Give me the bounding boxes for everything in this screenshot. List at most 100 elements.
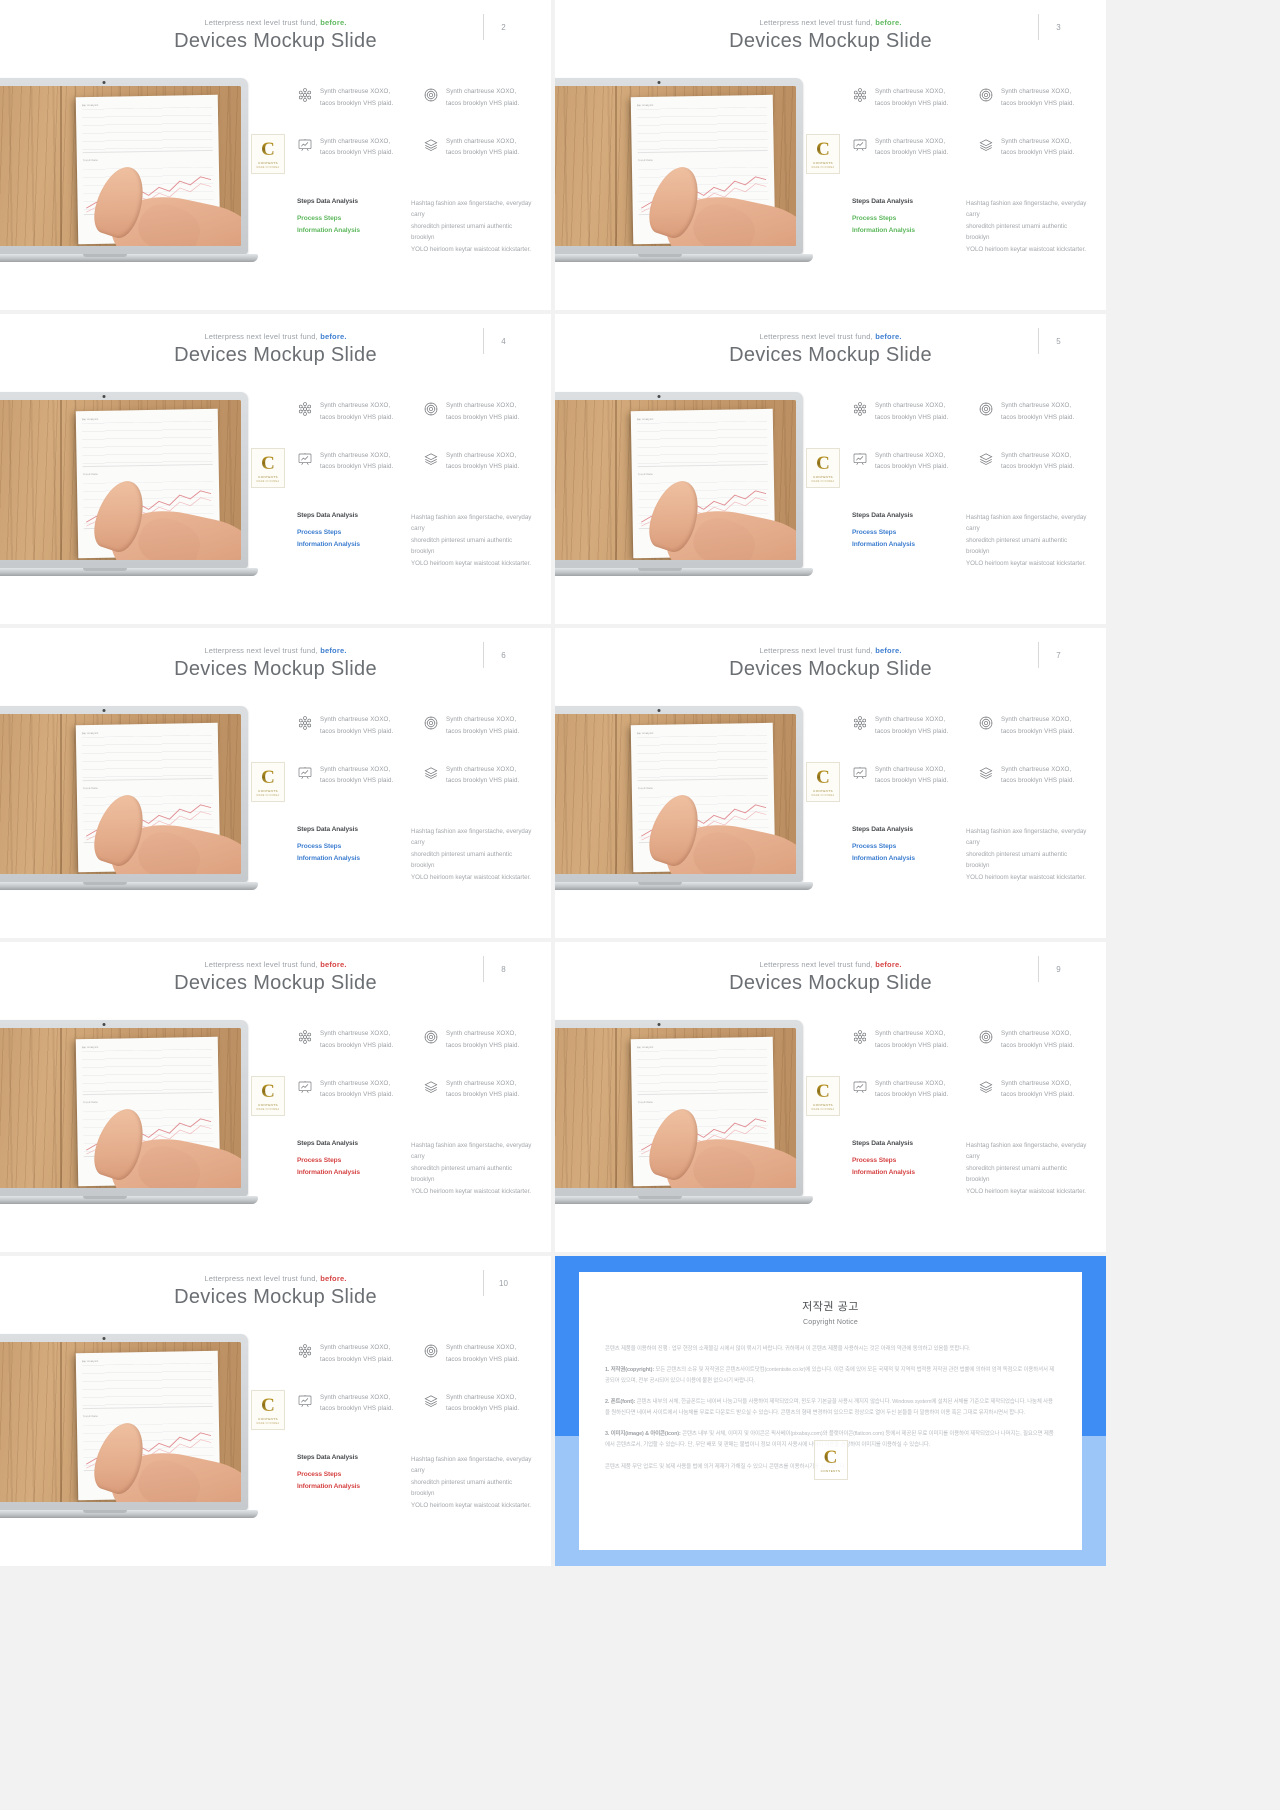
analysis-labels: Steps Data Analysis Process Steps Inform… bbox=[297, 198, 397, 255]
analysis-labels: Steps Data Analysis Process Steps Inform… bbox=[852, 826, 952, 883]
slide-title: Devices Mockup Slide bbox=[729, 30, 932, 52]
axis-tick: · bbox=[674, 216, 676, 219]
feature-item: Synth chartreuse XOXO, tacos brooklyn VHS… bbox=[978, 86, 1090, 110]
slide-thumbnail[interactable]: Letterpress next level trust fund, befor… bbox=[0, 0, 551, 310]
laptop-mockup: Bar Analysis Trend Data · · · · · · · · · · · · bbox=[555, 392, 815, 584]
axis-tick: · bbox=[697, 215, 699, 218]
axis-tick: · bbox=[165, 843, 167, 846]
brand-logo: C CONTENTS MADE IN KOREA bbox=[251, 448, 285, 488]
laptop-mockup: Bar Analysis Trend Data · · · · · · · · · · · · bbox=[0, 1020, 260, 1212]
feature-text: Synth chartreuse XOXO, tacos brooklyn VHS… bbox=[320, 88, 394, 107]
layers-icon bbox=[978, 1079, 994, 1095]
slide-thumbnail[interactable]: Letterpress next level trust fund, befor… bbox=[0, 628, 551, 938]
slide-thumbnail[interactable]: Letterpress next level trust fund, befor… bbox=[0, 942, 551, 1252]
bar-chart bbox=[81, 1048, 213, 1095]
slide-kicker-accent: before. bbox=[320, 332, 347, 341]
line-chart bbox=[82, 794, 214, 843]
analysis-paragraph: Hashtag fashion axe fingerstache, everyd… bbox=[411, 198, 535, 255]
axis-tick: · bbox=[767, 842, 768, 845]
laptop-screen: Bar Analysis Trend Data · · · · · · · · · · · · bbox=[0, 1342, 241, 1502]
feature-text: Synth chartreuse XOXO, tacos brooklyn VHS… bbox=[446, 451, 520, 471]
axis-tick: · bbox=[200, 842, 202, 845]
copyright-section-1-label: 1. 저작권(copyright): bbox=[605, 1367, 655, 1374]
slide-kicker: Letterpress next level trust fund, befor… bbox=[0, 646, 551, 655]
laptop-lid: Bar Analysis Trend Data · · · · · · · · · · · · bbox=[555, 392, 803, 568]
slide-thumbnail-grid: Letterpress next level trust fund, befor… bbox=[0, 0, 1280, 1566]
slide-thumbnail[interactable]: Letterpress next level trust fund, befor… bbox=[555, 628, 1106, 938]
axis-tick: · bbox=[165, 1157, 167, 1160]
axis-tick: · bbox=[732, 1157, 734, 1160]
feature-text: Synth chartreuse XOXO, tacos brooklyn VHS… bbox=[875, 765, 949, 785]
logo-mark: C bbox=[261, 138, 275, 160]
axis-tick: · bbox=[107, 1472, 109, 1475]
slide-page-number: 10 bbox=[499, 1278, 508, 1288]
presentation-chart-icon bbox=[297, 451, 313, 467]
axis-tick: · bbox=[697, 843, 699, 846]
axis-tick: · bbox=[130, 843, 132, 846]
feature-list: Synth chartreuse XOXO, tacos brooklyn VHS… bbox=[852, 86, 1090, 159]
copyright-notice-slide[interactable]: 저작권 공고 Copyright Notice C CONTENTS 콘텐츠 제품을 이… bbox=[555, 1256, 1106, 1566]
slide-thumbnail[interactable]: Letterpress next level trust fund, befor… bbox=[0, 1256, 551, 1566]
slide-page-indicator: 5 bbox=[1038, 328, 1078, 354]
bar-chart-label: Bar Analysis bbox=[81, 1359, 99, 1363]
feature-text: Synth chartreuse XOXO, tacos brooklyn VHS… bbox=[320, 1393, 394, 1413]
axis-tick: · bbox=[96, 530, 97, 533]
feature-item: Synth chartreuse XOXO, tacos brooklyn VHS… bbox=[423, 450, 535, 474]
feature-item: Synth chartreuse XOXO, tacos brooklyn VHS… bbox=[297, 1392, 409, 1416]
feature-text: Synth chartreuse XOXO, tacos brooklyn VHS… bbox=[446, 765, 520, 785]
axis-tick: · bbox=[142, 529, 144, 532]
feature-list: Synth chartreuse XOXO, tacos brooklyn VHS… bbox=[852, 1028, 1090, 1101]
axis-tick: · bbox=[755, 528, 757, 531]
analysis-block: Steps Data Analysis Process Steps Inform… bbox=[297, 198, 535, 255]
laptop-lid: Bar Analysis Trend Data · · · · · · · · · · · · bbox=[0, 706, 248, 882]
laptop-screen: Bar Analysis Trend Data · · · · · · · · · · · · bbox=[555, 400, 796, 560]
line-chart-label: Trend Data bbox=[637, 786, 653, 790]
paragraph-line-3: YOLO heirloom keytar waistcoat kickstart… bbox=[411, 873, 532, 881]
axis-tick: · bbox=[674, 530, 676, 533]
slide-thumbnail[interactable]: Letterpress next level trust fund, befor… bbox=[0, 314, 551, 624]
template-preview-page: Letterpress next level trust fund, befor… bbox=[0, 0, 1280, 1810]
analysis-block: Steps Data Analysis Process Steps Inform… bbox=[852, 826, 1090, 883]
slide-kicker-text: Letterpress next level trust fund, bbox=[204, 646, 318, 655]
atom-icon bbox=[852, 401, 868, 417]
analysis-accent-lines: Process Steps Information Analysis bbox=[852, 1155, 952, 1179]
paragraph-line-3: YOLO heirloom keytar waistcoat kickstart… bbox=[411, 559, 532, 567]
presentation-chart-icon bbox=[297, 1393, 313, 1409]
feature-text: Synth chartreuse XOXO, tacos brooklyn VHS… bbox=[446, 1344, 520, 1363]
feature-text: Synth chartreuse XOXO, tacos brooklyn VHS… bbox=[1001, 765, 1075, 785]
bar-chart bbox=[636, 420, 768, 467]
feature-item: Synth chartreuse XOXO, tacos brooklyn VHS… bbox=[297, 1028, 409, 1052]
axis-tick: · bbox=[165, 215, 167, 218]
chart-paper: Bar Analysis Trend Data · · · · · · · · · · · · bbox=[75, 1350, 221, 1501]
laptop-notch bbox=[638, 254, 682, 257]
axis-tick: · bbox=[119, 1158, 121, 1161]
slide-thumbnail[interactable]: Letterpress next level trust fund, befor… bbox=[555, 314, 1106, 624]
chart-paper: Bar Analysis Trend Data · · · · · · · · · · · · bbox=[630, 722, 776, 873]
analysis-heading: Steps Data Analysis bbox=[297, 198, 358, 205]
paragraph-line-2: shoreditch pinterest umami authentic bro… bbox=[966, 1164, 1068, 1184]
slide-thumbnail[interactable]: Letterpress next level trust fund, befor… bbox=[555, 0, 1106, 310]
analysis-block: Steps Data Analysis Process Steps Inform… bbox=[297, 1140, 535, 1197]
axis-tick: · bbox=[662, 1158, 664, 1161]
axis-tick: · bbox=[709, 843, 710, 846]
logo-mark: C bbox=[816, 138, 830, 160]
analysis-block: Steps Data Analysis Process Steps Inform… bbox=[297, 826, 535, 883]
analysis-accent-lines: Process Steps Information Analysis bbox=[297, 841, 397, 865]
laptop-notch bbox=[638, 1196, 682, 1199]
analysis-accent-line-1: Process Steps bbox=[852, 843, 897, 850]
logo-tagline: MADE IN KOREA bbox=[811, 479, 835, 483]
feature-text: Synth chartreuse XOXO, tacos brooklyn VHS… bbox=[446, 137, 520, 157]
slide-thumbnail[interactable]: Letterpress next level trust fund, befor… bbox=[555, 942, 1106, 1252]
paragraph-line-2: shoreditch pinterest umami authentic bro… bbox=[966, 222, 1068, 242]
line-chart bbox=[637, 480, 769, 529]
axis-tick: · bbox=[743, 214, 745, 217]
laptop-notch bbox=[83, 882, 127, 885]
target-icon bbox=[423, 1343, 439, 1359]
copyright-title: 저작권 공고 bbox=[802, 1301, 859, 1313]
feature-item: Synth chartreuse XOXO, tacos brooklyn VHS… bbox=[852, 400, 964, 424]
bar-chart-label: Bar Analysis bbox=[81, 1045, 99, 1049]
analysis-accent-line-1: Process Steps bbox=[297, 1157, 342, 1164]
presentation-chart-icon bbox=[852, 451, 868, 467]
axis-tick: · bbox=[639, 216, 641, 219]
feature-text: Synth chartreuse XOXO, tacos brooklyn VHS… bbox=[1001, 402, 1075, 421]
